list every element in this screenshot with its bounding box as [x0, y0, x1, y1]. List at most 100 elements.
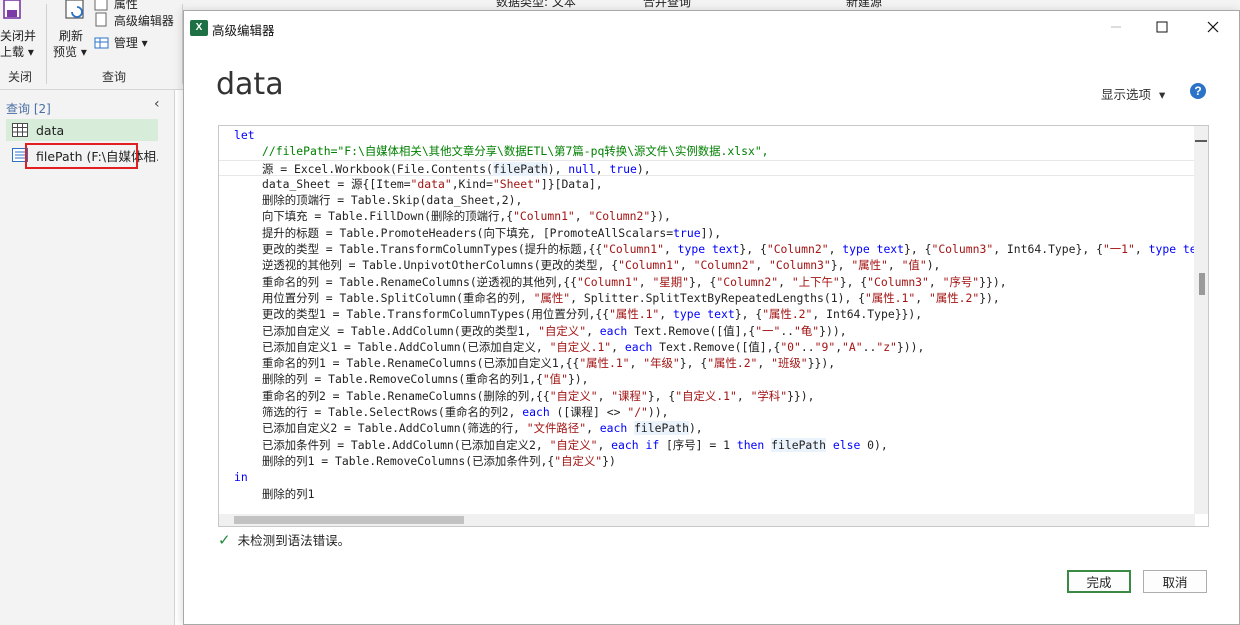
- code-line[interactable]: 已添加条件列 = Table.AddColumn(已添加自定义2, "自定义",…: [219, 437, 1195, 453]
- code-token: ..: [800, 339, 815, 354]
- close-load-button[interactable]: 上载 ▾: [0, 43, 34, 60]
- code-token: "星期": [652, 274, 689, 289]
- code-line[interactable]: 提升的标题 = Table.PromoteHeaders(向下填充, [Prom…: [219, 225, 1195, 241]
- code-token: "A": [842, 339, 863, 354]
- code-line[interactable]: in: [219, 469, 1195, 485]
- code-token: null: [568, 161, 596, 176]
- code-token: "Column1": [602, 242, 664, 257]
- code-line[interactable]: //filePath="F:\自媒体相关\其他文章分享\数据ETL\第7篇-pq…: [219, 143, 1195, 159]
- highlight-annotation: [25, 143, 138, 169]
- code-token: "属性.1": [609, 307, 660, 322]
- code-line[interactable]: 更改的类型 = Table.TransformColumnTypes(提升的标题…: [219, 241, 1195, 257]
- code-token: 已添加条件列 = Table.AddColumn(已添加自定义2,: [262, 437, 550, 452]
- code-token: 向下填充 = Table.FillDown(删除的顶端行,{: [262, 209, 514, 224]
- advanced-editor-button[interactable]: 高级编辑器: [94, 12, 174, 29]
- code-token: data_Sheet = 源{[Item=: [262, 176, 411, 191]
- code-token: in: [234, 470, 248, 485]
- code-line[interactable]: 已添加自定义1 = Table.AddColumn(已添加自定义, "自定义.1…: [219, 339, 1195, 355]
- syntax-status-text: 未检测到语法错误。: [237, 533, 351, 548]
- code-token: "属性.2": [928, 290, 980, 305]
- code-token: "Sheet": [492, 176, 541, 191]
- manage-button[interactable]: 管理 ▾: [94, 34, 148, 52]
- code-line[interactable]: 删除的列 = Table.RemoveColumns(重命名的列1,{"值"})…: [219, 371, 1195, 387]
- code-line[interactable]: 重命名的列1 = Table.RenameColumns(已添加自定义1,{{"…: [219, 355, 1195, 371]
- code-line[interactable]: data_Sheet = 源{[Item="data",Kind="Sheet"…: [219, 176, 1195, 192]
- code-line[interactable]: 已添加自定义 = Table.AddColumn(更改的类型1, "自定义", …: [219, 323, 1195, 339]
- code-token: 用位置分列 = Table.SplitColumn(重命名的列,: [262, 290, 534, 305]
- close-button[interactable]: [1190, 11, 1236, 43]
- code-token: ),: [688, 421, 703, 436]
- code-token: let: [234, 128, 255, 142]
- code-area[interactable]: let //filePath="F:\自媒体相关\其他文章分享\数据ETL\第7篇…: [219, 126, 1195, 514]
- title-bar[interactable]: X 高级编辑器: [184, 11, 1239, 43]
- vertical-scrollbar[interactable]: [1194, 126, 1208, 514]
- checkmark-icon: ✓: [218, 530, 231, 549]
- code-token: 筛选的行 = Table.SelectRows(重命名的列2,: [262, 405, 523, 420]
- excel-logo-icon: X: [190, 20, 208, 36]
- code-token: ,: [586, 323, 600, 338]
- code-token: })),: [819, 323, 847, 338]
- new-source-button[interactable]: 新建源: [846, 0, 882, 10]
- code-token: }, {: [734, 307, 763, 322]
- minimize-button[interactable]: [1093, 11, 1139, 43]
- code-token: "龟": [794, 323, 820, 338]
- code-token: true: [609, 161, 637, 176]
- queries-pane-header[interactable]: 查询 [2]: [6, 100, 51, 117]
- horizontal-scrollbar-thumb[interactable]: [234, 516, 464, 524]
- table-icon: [94, 36, 110, 52]
- query-name-heading: data: [216, 67, 284, 102]
- close-load-label-1[interactable]: 关闭并: [0, 27, 36, 44]
- code-token: ..: [862, 339, 877, 354]
- code-token: 重命名的列1 = Table.RenameColumns(已添加自定义1,{{: [262, 356, 580, 371]
- collapse-pane-icon[interactable]: ‹: [154, 96, 160, 112]
- code-line[interactable]: 用位置分列 = Table.SplitColumn(重命名的列, "属性", S…: [219, 290, 1195, 306]
- done-button[interactable]: 完成: [1067, 570, 1131, 593]
- horizontal-scrollbar[interactable]: [219, 514, 1195, 526]
- code-token: }, {: [904, 242, 932, 257]
- code-line[interactable]: 源 = Excel.Workbook(File.Contents(filePat…: [219, 159, 1195, 176]
- code-token: "Column3": [867, 274, 929, 289]
- display-options-dropdown[interactable]: 显示选项 ▾: [1101, 84, 1165, 103]
- help-icon[interactable]: ?: [1190, 83, 1206, 99]
- scrollbar-thumb[interactable]: [1199, 273, 1205, 295]
- ribbon-separator: [46, 4, 47, 84]
- code-line[interactable]: 重命名的列2 = Table.RenameColumns(删除的列,{{"自定义…: [219, 388, 1195, 404]
- code-line[interactable]: 已添加自定义2 = Table.AddColumn(筛选的行, "文件路径", …: [219, 420, 1195, 436]
- code-token: "值": [901, 258, 927, 273]
- group-label-close: 关闭: [8, 70, 33, 84]
- query-item-data[interactable]: data: [6, 119, 158, 141]
- refresh-icon: [64, 0, 86, 25]
- code-token: "属性.1": [579, 356, 630, 371]
- code-token: ,: [597, 437, 612, 452]
- maximize-button[interactable]: [1139, 11, 1185, 43]
- code-token: //filePath="F:\自媒体相关\其他文章分享\数据ETL\第7篇-pq…: [262, 144, 769, 159]
- code-line[interactable]: 重命名的列 = Table.RenameColumns(逆透视的其他列,{{"C…: [219, 274, 1195, 290]
- code-token: "文件路径": [526, 421, 587, 436]
- code-line[interactable]: let: [219, 127, 1195, 143]
- code-line[interactable]: 删除的顶端行 = Table.Skip(data_Sheet,2),: [219, 192, 1195, 208]
- code-token: ,: [1134, 242, 1149, 257]
- code-editor[interactable]: let //filePath="F:\自媒体相关\其他文章分享\数据ETL\第7篇…: [218, 125, 1209, 527]
- save-icon: [2, 0, 24, 23]
- refresh-label-1[interactable]: 刷新: [59, 27, 83, 44]
- code-line[interactable]: 逆透视的其他列 = Table.UnpivotOtherColumns(更改的类…: [219, 257, 1195, 273]
- code-token: ]),: [700, 225, 722, 240]
- queries-pane: 查询 [2] ‹ data filePath (F:\自媒体相...: [0, 90, 175, 625]
- code-token: 提升的标题 = Table.PromoteHeaders(向下填充, [Prom…: [262, 225, 674, 240]
- query-item-label: data: [36, 122, 65, 138]
- code-line[interactable]: 更改的类型1 = Table.TransformColumnTypes(用位置分…: [219, 306, 1195, 322]
- syntax-status: ✓ 未检测到语法错误。: [218, 530, 350, 549]
- cancel-button[interactable]: 取消: [1143, 570, 1207, 593]
- data-type-selector[interactable]: 数据类型: 文本: [496, 0, 576, 10]
- code-token: type text: [677, 242, 740, 257]
- code-line[interactable]: 向下填充 = Table.FillDown(删除的顶端行,{"Column1",…: [219, 208, 1195, 224]
- code-token: each: [522, 405, 550, 420]
- code-token: "上下午": [791, 274, 840, 289]
- code-line[interactable]: 删除的列1: [219, 486, 1195, 502]
- code-token: type te: [1148, 242, 1195, 257]
- code-token: "自定义.1": [549, 339, 612, 354]
- refresh-preview-button[interactable]: 预览 ▾: [53, 43, 87, 60]
- code-line[interactable]: 筛选的行 = Table.SelectRows(重命名的列2, each ([课…: [219, 404, 1195, 420]
- code-line[interactable]: 删除的列1 = Table.RemoveColumns(已添加条件列,{"自定义…: [219, 453, 1195, 469]
- merge-query-button[interactable]: 合并查询: [643, 0, 691, 10]
